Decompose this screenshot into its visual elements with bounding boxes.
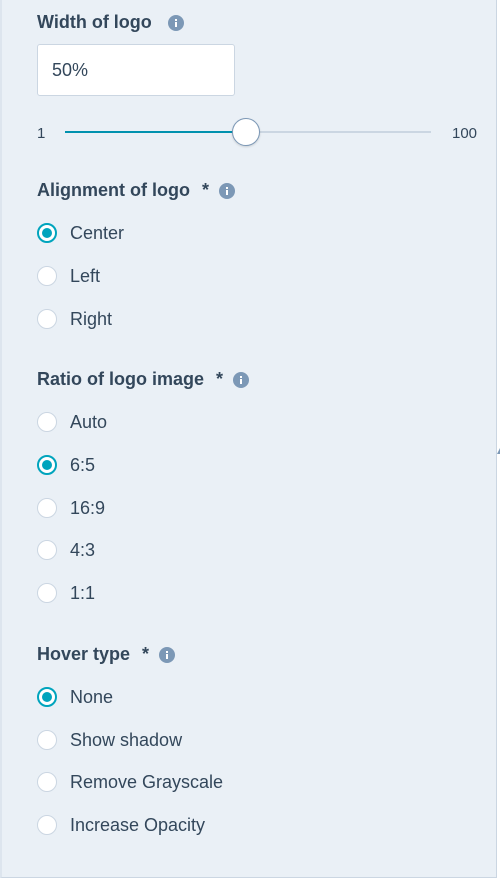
radio-button[interactable] <box>37 815 57 835</box>
radio-label: Right <box>70 308 113 329</box>
required-mark: * <box>216 369 224 389</box>
slider-min-label: 1 <box>37 125 46 142</box>
radio-label: Left <box>70 265 101 286</box>
radio-label: Center <box>70 222 125 243</box>
hover-type-label-text: Hover type <box>37 644 131 664</box>
info-icon[interactable] <box>167 14 184 31</box>
alignment-of-logo-label-text: Alignment of logo <box>37 180 190 200</box>
radio-button[interactable] <box>37 498 57 518</box>
ratio-option-auto[interactable]: Auto <box>37 410 107 434</box>
hover-option-increase-opacity[interactable]: Increase Opacity <box>37 813 205 837</box>
required-mark: * <box>142 644 150 664</box>
alignment-option-center[interactable]: Center <box>37 221 124 245</box>
radio-button[interactable] <box>37 583 57 603</box>
width-of-logo-label: Width of logo <box>37 12 184 33</box>
ratio-of-logo-image-label: Ratio of logo image * <box>37 369 250 390</box>
width-of-logo-input[interactable] <box>37 44 235 96</box>
radio-button[interactable] <box>37 309 57 329</box>
radio-button[interactable] <box>37 266 57 286</box>
radio-label: None <box>70 686 114 707</box>
radio-button[interactable] <box>37 730 57 750</box>
width-of-logo-label-text: Width of logo <box>37 12 152 32</box>
hover-option-none[interactable]: None <box>37 685 113 709</box>
ratio-option-4-3[interactable]: 4:3 <box>37 538 95 562</box>
ratio-option-16-9[interactable]: 16:9 <box>37 496 105 520</box>
alignment-option-right[interactable]: Right <box>37 307 112 331</box>
width-slider-thumb[interactable] <box>232 118 260 146</box>
radio-label: Increase Opacity <box>70 814 206 835</box>
info-icon[interactable] <box>219 182 235 199</box>
hover-type-label: Hover type * <box>37 644 176 665</box>
slider-max-label: 100 <box>452 125 478 142</box>
width-slider-track[interactable] <box>65 118 431 146</box>
info-icon[interactable] <box>159 646 176 663</box>
ratio-of-logo-image-label-text: Ratio of logo image <box>37 369 205 389</box>
radio-button[interactable] <box>37 455 57 475</box>
radio-button[interactable] <box>37 687 57 707</box>
radio-label: 16:9 <box>70 497 106 518</box>
radio-label: Show shadow <box>70 729 183 750</box>
info-icon[interactable] <box>233 371 250 388</box>
width-slider-fill <box>65 131 246 133</box>
alignment-of-logo-label: Alignment of logo * <box>37 180 235 201</box>
ratio-option-6-5[interactable]: 6:5 <box>37 453 95 477</box>
radio-label: Auto <box>70 411 108 432</box>
radio-button[interactable] <box>37 412 57 432</box>
hover-option-show-shadow[interactable]: Show shadow <box>37 728 182 752</box>
ratio-option-1-1[interactable]: 1:1 <box>37 581 95 605</box>
radio-button[interactable] <box>37 223 57 243</box>
radio-label: 6:5 <box>70 454 96 475</box>
radio-label: 4:3 <box>70 539 96 560</box>
hover-option-remove-grayscale[interactable]: Remove Grayscale <box>37 770 223 794</box>
radio-button[interactable] <box>37 540 57 560</box>
radio-button[interactable] <box>37 772 57 792</box>
logo-settings-panel: Width of logo 1 100 Alignment of logo * … <box>0 0 500 878</box>
radio-label: 1:1 <box>70 582 96 603</box>
required-mark: * <box>201 180 209 200</box>
radio-label: Remove Grayscale <box>70 771 224 792</box>
alignment-option-left[interactable]: Left <box>37 264 100 288</box>
